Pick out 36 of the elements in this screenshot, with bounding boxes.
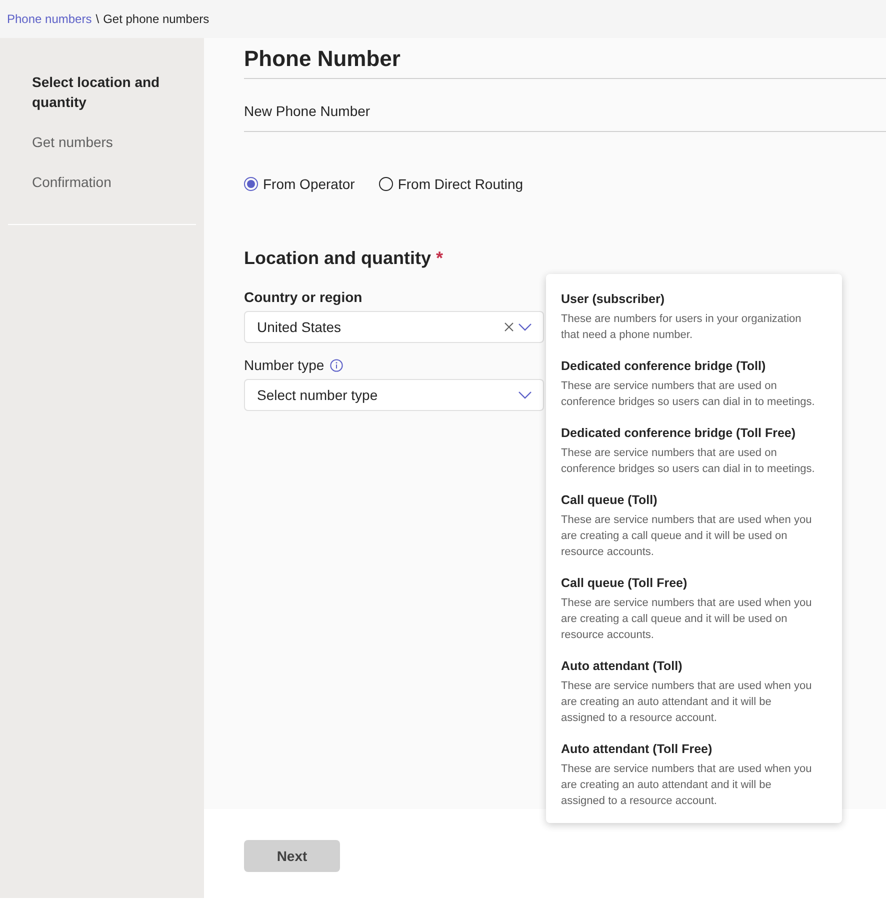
radio-option[interactable]: From Direct Routing: [378, 176, 524, 192]
required-mark: *: [436, 248, 444, 269]
option-title[interactable]: Call queue (Toll): [561, 491, 818, 509]
chevron-down-icon[interactable]: [518, 391, 532, 399]
chevron-down-icon[interactable]: [518, 323, 532, 331]
option-description: These are service numbers that are used on conference bridges so users can dial in to meetings.: [561, 379, 816, 410]
option-title[interactable]: Call queue (Toll Free): [561, 574, 818, 592]
option-description: These are service numbers that are used on conference bridges so users can dial in to meetings.: [561, 446, 816, 477]
info-icon[interactable]: [330, 358, 344, 372]
breadcrumb-current: Get phone numbers: [103, 12, 210, 26]
wizard-step[interactable]: Select location and quantity: [8, 72, 192, 112]
radio-icon[interactable]: [378, 177, 393, 191]
radio-option[interactable]: From Operator: [244, 176, 355, 192]
option-title[interactable]: Auto attendant (Toll Free): [561, 740, 818, 758]
number-type-dropdown[interactable]: Select number type: [244, 379, 544, 411]
breadcrumb-separator: \: [96, 12, 100, 26]
clear-icon[interactable]: [504, 322, 514, 332]
page-title: Phone Number: [244, 38, 886, 79]
option-description: These are service numbers that are used when you are creating a call queue and it will be used on resource accounts.: [561, 596, 813, 643]
option-description: These are service numbers that are used when you are creating a call queue and it will be used on resource accounts.: [561, 513, 813, 560]
option-title[interactable]: Dedicated conference bridge (Toll Free): [561, 424, 818, 442]
field-label: Country or region: [244, 289, 362, 305]
radio-icon[interactable]: [244, 177, 258, 191]
country-dropdown[interactable]: United States: [244, 311, 544, 343]
subtitle: New Phone Number: [244, 79, 886, 132]
wizard-step[interactable]: Confirmation: [8, 172, 192, 192]
option-description: These are service numbers that are used when you are creating an auto attendant and it will be assigned to a resource account.: [561, 679, 813, 726]
option-title[interactable]: Auto attendant (Toll): [561, 657, 818, 675]
option-title[interactable]: User (subscriber): [561, 290, 818, 308]
wizard-step[interactable]: Get numbers: [8, 132, 192, 152]
option-description: These are numbers for users in your organization that need a phone number.: [561, 312, 802, 343]
option-description: These are service numbers that are used when you are creating an auto attendant and it will be assigned to a resource account.: [561, 762, 813, 809]
field-label: Number type: [244, 357, 324, 373]
option-title[interactable]: Dedicated conference bridge (Toll): [561, 357, 818, 375]
section-title: Location and quantity: [244, 248, 431, 269]
breadcrumb-link[interactable]: Phone numbers: [7, 12, 92, 26]
